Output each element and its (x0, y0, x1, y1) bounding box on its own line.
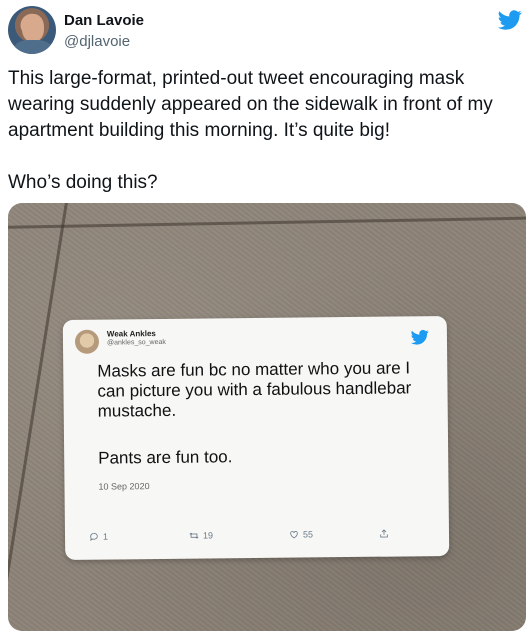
reply-icon (90, 532, 98, 541)
author-info[interactable]: Dan Lavoie @djlavoie (64, 11, 144, 51)
printed-tweet-poster: Weak Ankles @ankles_so_weak Masks are fu… (62, 315, 450, 561)
poster-retweet-count: 19 (202, 530, 214, 541)
poster-like: 55 (289, 529, 314, 540)
poster-text-1: Masks are fun bc no matter who you are I… (97, 358, 412, 421)
sidewalk-crack (8, 216, 526, 229)
tweet-paragraph-1: This large-format, printed-out tweet enc… (8, 68, 493, 141)
poster-like-count: 55 (302, 529, 314, 540)
poster-date: 10 Sep 2020 (98, 481, 150, 492)
avatar-body (14, 40, 52, 54)
twitter-bird-icon[interactable] (498, 8, 522, 32)
poster-share (379, 529, 389, 539)
share-icon (380, 529, 388, 538)
avatar-face (22, 14, 44, 42)
author-handle[interactable]: @djlavoie (64, 32, 144, 51)
poster-handle: @ankles_so_weak (106, 338, 166, 347)
author-avatar[interactable] (8, 6, 56, 54)
poster-text-2: Pants are fun too. (98, 447, 233, 468)
poster-avatar (74, 329, 100, 354)
tweet-photo[interactable]: Weak Ankles @ankles_so_weak Masks are fu… (8, 203, 526, 631)
tweet-text: This large-format, printed-out tweet enc… (8, 66, 518, 196)
poster-display-name: Weak Ankles (106, 329, 156, 339)
retweet-icon (189, 532, 199, 539)
heart-icon (290, 531, 298, 539)
poster-bird-icon (411, 329, 429, 345)
poster-reply: 1 (89, 532, 108, 542)
poster-reply-count: 1 (102, 531, 109, 542)
tweet-paragraph-2: Who’s doing this? (8, 172, 158, 193)
author-display-name[interactable]: Dan Lavoie (64, 11, 144, 30)
poster-retweet: 19 (189, 530, 214, 541)
tweet-card: Dan Lavoie @djlavoie This large-format, … (0, 0, 532, 634)
sidewalk-crack (8, 203, 71, 631)
poster-actions: 1 19 55 (89, 529, 389, 546)
